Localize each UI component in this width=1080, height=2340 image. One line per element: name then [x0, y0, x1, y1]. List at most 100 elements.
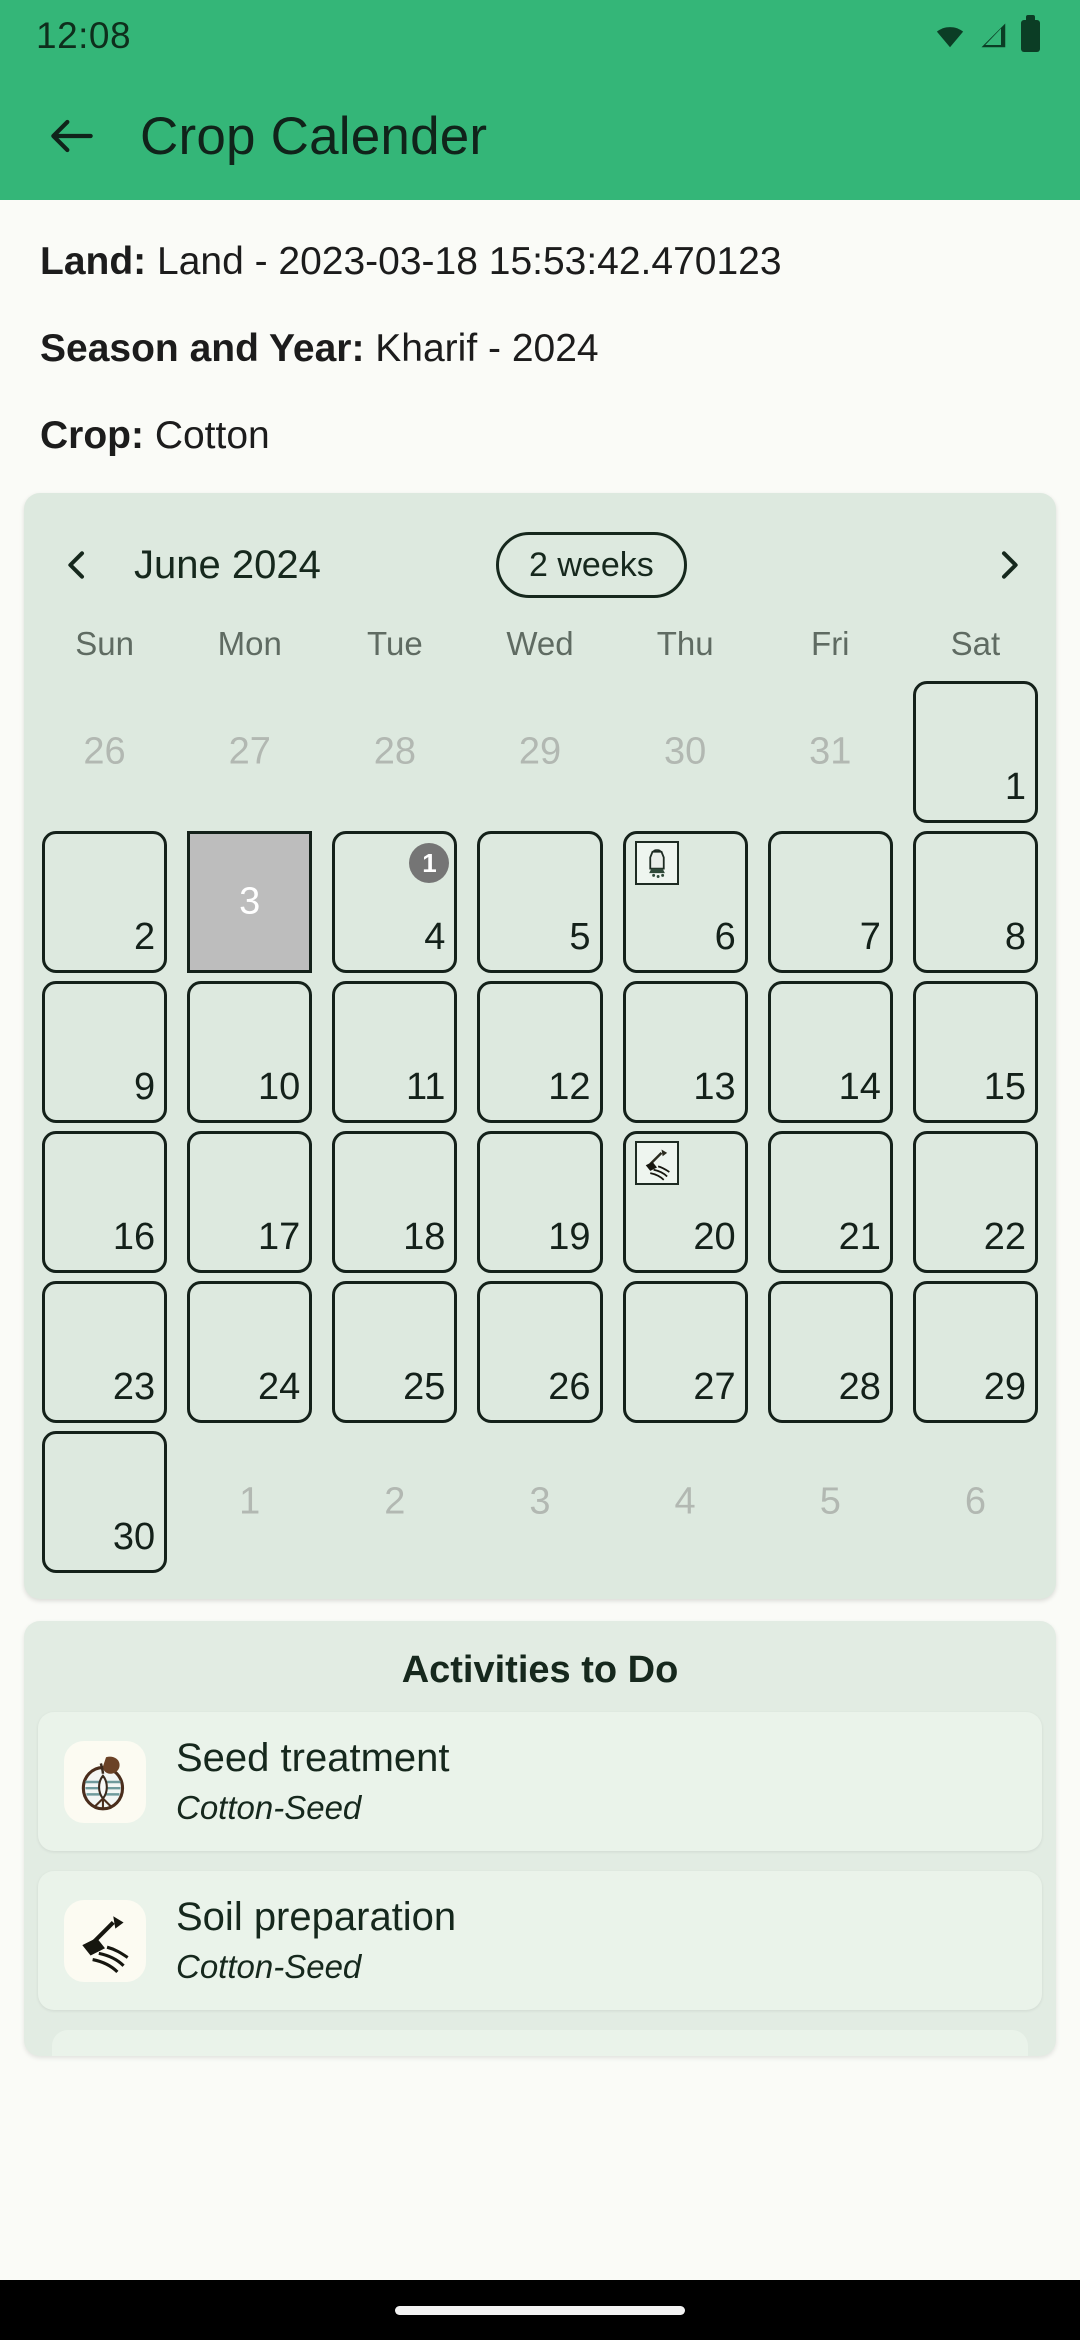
calendar-day-cell[interactable]: 2 — [32, 827, 177, 977]
battery-icon — [1021, 15, 1040, 52]
day-number: 30 — [663, 730, 707, 773]
day-number: 21 — [838, 1216, 881, 1258]
day-number: 12 — [548, 1066, 591, 1108]
crop-calendar-screen: 12:08 Crop Calender Land: Land - 2023-03… — [0, 0, 1080, 2340]
calendar-card: June 2024 2 weeks Sun Mon Tue Wed Thu Fri Sat … — [24, 493, 1056, 1599]
day-number: 26 — [548, 1366, 591, 1408]
day-number: 23 — [112, 1366, 156, 1408]
activity-text: Seed treatment Cotton-Seed — [176, 1736, 450, 1827]
weekday-label-wed: Wed — [506, 625, 574, 662]
next-month-button[interactable] — [976, 532, 1042, 598]
day-number: 31 — [809, 730, 852, 773]
calendar-day-cell[interactable]: 18 — [322, 1127, 467, 1277]
calendar-day-cell[interactable]: 29 — [903, 1277, 1048, 1427]
day-number: 19 — [548, 1216, 591, 1258]
back-button[interactable] — [44, 108, 100, 164]
calendar-day-cell[interactable]: 12 — [467, 977, 612, 1127]
calendar-day-cell[interactable]: 15 — [903, 977, 1048, 1127]
calendar-month-label: June 2024 — [134, 542, 321, 587]
calendar-day-cell[interactable]: 16 — [32, 1127, 177, 1277]
calendar-day-cell[interactable]: 19 — [467, 1127, 612, 1277]
calendar-week-row: 2314 5 6 78 — [32, 827, 1048, 977]
soil-prep-icon[interactable] — [634, 1141, 679, 1185]
day-number: 30 — [112, 1516, 156, 1558]
day-number: 10 — [258, 1066, 301, 1108]
calendar-day-cell-outside: 6 — [903, 1427, 1048, 1577]
day-number: 5 — [569, 916, 591, 958]
activities-next-peek — [52, 2030, 1028, 2056]
crop-label: Crop: — [40, 414, 144, 457]
calendar-day-cell[interactable]: 17 — [177, 1127, 322, 1277]
arrow-left-icon — [51, 119, 93, 153]
chevron-left-icon — [68, 551, 84, 579]
day-number: 27 — [693, 1366, 736, 1408]
status-bar: 12:08 — [0, 0, 1080, 72]
activities-title: Activities to Do — [401, 1649, 679, 1691]
calendar-day-cell[interactable]: 28 — [758, 1277, 903, 1427]
activity-list-item[interactable]: Seed treatment Cotton-Seed — [38, 1712, 1042, 1851]
activity-list-item[interactable]: Soil preparation Cotton-Seed — [38, 1871, 1042, 2010]
day-number: 2 — [134, 916, 156, 958]
activities-list: Seed treatment Cotton-Seed Soil preparatio… — [38, 1712, 1042, 2010]
calendar-range-chip[interactable]: 2 weeks — [496, 532, 687, 598]
calendar-day-cell[interactable]: 25 — [322, 1277, 467, 1427]
calendar-day-cell-outside: 29 — [467, 677, 612, 827]
day-number: 28 — [838, 1366, 881, 1408]
day-number: 3 — [529, 1480, 551, 1523]
calendar-day-cell[interactable]: 23 — [32, 1277, 177, 1427]
calendar-day-cell[interactable]: 11 — [322, 977, 467, 1127]
day-number: 6 — [714, 916, 736, 958]
weekday-label-tue: Tue — [367, 625, 423, 662]
calendar-day-cell[interactable]: 3 — [177, 827, 322, 977]
day-number: 28 — [373, 730, 416, 773]
day-number: 26 — [83, 730, 126, 773]
calendar-day-cell[interactable]: 20 — [613, 1127, 758, 1277]
calendar-grid: 26 27 28 29 30 31 1 2 3 1 4 5 6 7 8 9 10 11 12 13 14 15 16 17 18… — [32, 677, 1048, 1577]
day-number: 5 — [819, 1480, 841, 1523]
day-number: 18 — [403, 1216, 446, 1258]
season-row: Season and Year: Kharif - 2024 — [40, 329, 1040, 368]
calendar-week-row: 23 24 25 26 27 28 29 — [32, 1277, 1048, 1427]
calendar-day-cell-outside: 1 — [177, 1427, 322, 1577]
day-number: 7 — [859, 916, 881, 958]
day-number: 17 — [258, 1216, 301, 1258]
system-nav-bar — [0, 2280, 1080, 2340]
calendar-day-cell[interactable]: 14 — [758, 977, 903, 1127]
calendar-day-cell[interactable]: 6 — [613, 827, 758, 977]
calendar-day-cell[interactable]: 14 — [322, 827, 467, 977]
chevron-right-icon — [1002, 551, 1018, 579]
calendar-day-cell[interactable]: 8 — [903, 827, 1048, 977]
day-number: 20 — [693, 1216, 736, 1258]
calendar-day-cell-outside: 31 — [758, 677, 903, 827]
season-label: Season and Year: — [40, 327, 365, 370]
crop-row: Crop: Cotton — [40, 416, 1040, 455]
calendar-day-cell[interactable]: 1 — [903, 677, 1048, 827]
signal-icon — [981, 23, 1006, 48]
calendar-day-cell[interactable]: 9 — [32, 977, 177, 1127]
calendar-day-cell-outside: 3 — [467, 1427, 612, 1577]
calendar-day-cell[interactable]: 30 — [32, 1427, 177, 1577]
calendar-day-cell[interactable]: 24 — [177, 1277, 322, 1427]
calendar-day-cell[interactable]: 21 — [758, 1127, 903, 1277]
calendar-day-cell[interactable]: 27 — [613, 1277, 758, 1427]
day-number: 24 — [258, 1366, 301, 1408]
calendar-day-cell[interactable]: 5 — [467, 827, 612, 977]
crop-value: Cotton — [154, 414, 270, 457]
calendar-day-cell[interactable]: 26 — [467, 1277, 612, 1427]
calendar-day-cell[interactable]: 10 — [177, 977, 322, 1127]
home-indicator[interactable] — [395, 2305, 685, 2315]
previous-month-button[interactable] — [44, 532, 110, 598]
day-number: 25 — [403, 1366, 446, 1408]
calendar-day-cell-outside: 5 — [758, 1427, 903, 1577]
wifi-icon — [936, 27, 964, 48]
day-number: 16 — [112, 1216, 156, 1258]
day-number: 1 — [1004, 766, 1026, 808]
day-number: 13 — [693, 1066, 736, 1108]
weekday-label-sat: Sat — [950, 625, 1001, 662]
calendar-day-cell[interactable]: 7 — [758, 827, 903, 977]
seed-bag-icon[interactable] — [634, 841, 679, 885]
calendar-day-cell[interactable]: 13 — [613, 977, 758, 1127]
activities-card: Activities to Do Seed treatment Cotton-Se… — [24, 1621, 1056, 2056]
calendar-day-cell[interactable]: 22 — [903, 1127, 1048, 1277]
activity-subtitle: Cotton-Seed — [176, 1789, 362, 1826]
